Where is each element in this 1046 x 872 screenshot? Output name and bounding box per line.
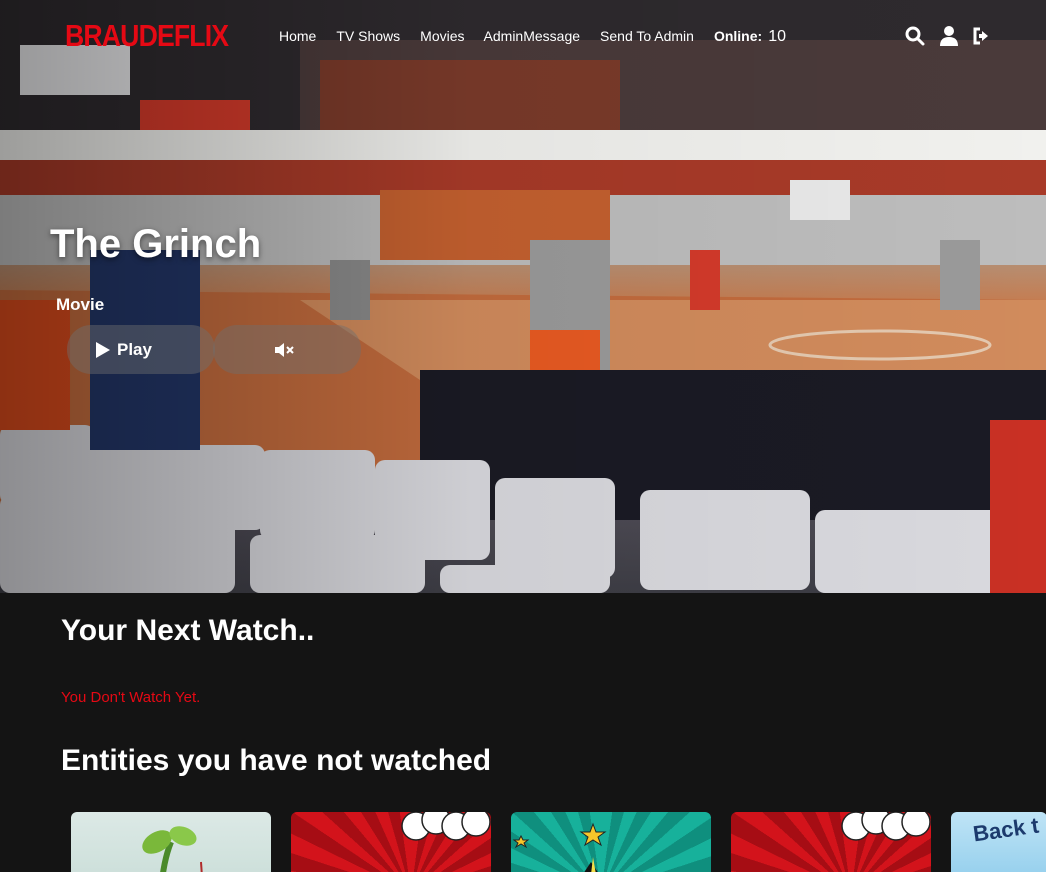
content-card[interactable] — [731, 812, 931, 872]
hero-banner: The Grinch Movie Play — [0, 0, 1046, 593]
content-card[interactable] — [511, 812, 711, 872]
search-icon[interactable] — [904, 25, 926, 47]
comic-star-art — [512, 822, 607, 872]
brand-logo[interactable]: BRAUDEFLIX — [65, 18, 229, 54]
user-icon[interactable] — [938, 25, 960, 47]
online-status: Online: 10 — [714, 28, 786, 46]
play-label: Play — [117, 339, 152, 359]
card-title-art: Back t — [971, 812, 1041, 847]
volume-mute-icon — [275, 342, 294, 357]
nav-icons — [904, 25, 994, 47]
nav-links: Home TV Shows Movies AdminMessage Send T… — [279, 28, 786, 46]
not-watched-row: Back t — [71, 812, 1046, 872]
play-icon — [96, 341, 110, 358]
content-card[interactable] — [71, 812, 271, 872]
next-watch-empty-message: You Don't Watch Yet. — [61, 689, 201, 706]
hero-title: The Grinch — [50, 222, 262, 266]
hero-overlay — [0, 0, 1046, 593]
logout-icon[interactable] — [972, 25, 994, 47]
mute-button[interactable] — [213, 325, 361, 374]
plant-art — [142, 826, 203, 872]
online-label: Online: — [713, 28, 763, 44]
nav-home[interactable]: Home — [279, 28, 316, 46]
content-card[interactable]: Back t — [951, 812, 1046, 872]
next-watch-title: Your Next Watch.. — [61, 614, 315, 647]
comic-burst-art — [401, 812, 491, 841]
nav-admin-message[interactable]: AdminMessage — [484, 28, 581, 46]
nav-tv-shows[interactable]: TV Shows — [336, 28, 400, 46]
play-button[interactable]: Play — [67, 325, 215, 374]
content-card[interactable] — [291, 812, 491, 872]
not-watched-title: Entities you have not watched — [61, 744, 492, 777]
nav-movies[interactable]: Movies — [420, 28, 464, 46]
comic-burst-art — [841, 812, 931, 841]
online-count: 10 — [768, 28, 786, 45]
navbar: BRAUDEFLIX Home TV Shows Movies AdminMes… — [0, 0, 1046, 74]
hero-type: Movie — [56, 295, 105, 314]
nav-send-to-admin[interactable]: Send To Admin — [600, 28, 694, 46]
